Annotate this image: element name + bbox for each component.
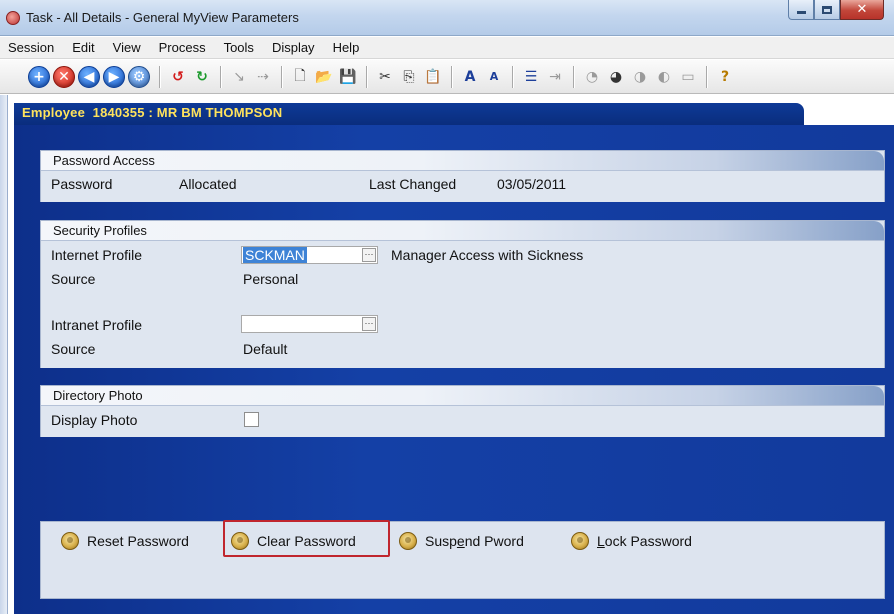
header-spacer: [804, 103, 894, 125]
tool-e-icon[interactable]: ▭: [678, 67, 698, 87]
display-photo-checkbox[interactable]: [244, 412, 259, 427]
intranet-source-value: Default: [243, 341, 288, 357]
forward-icon[interactable]: ▶: [103, 65, 125, 88]
internet-profile-field[interactable]: SCKMAN ···: [241, 246, 378, 264]
save-icon[interactable]: 💾: [338, 67, 358, 87]
open-folder-icon[interactable]: 📂: [314, 67, 334, 87]
internet-profile-label: Internet Profile: [51, 247, 143, 263]
menu-view[interactable]: View: [105, 40, 151, 55]
panel-body: Internet Profile SCKMAN ··· Manager Acce…: [41, 241, 884, 368]
security-profiles-panel: Security Profiles Internet Profile SCKMA…: [40, 220, 885, 368]
key-icon: [61, 532, 79, 550]
panel-body: Display Photo: [41, 406, 884, 437]
suspend-password-button[interactable]: Suspend Pword: [399, 530, 524, 552]
key-icon: [399, 532, 417, 550]
intranet-profile-label: Intranet Profile: [51, 317, 143, 333]
tool-b-icon[interactable]: ◕: [606, 67, 626, 87]
intranet-source-label: Source: [51, 341, 96, 357]
left-frame-edge: [0, 95, 8, 614]
menu-display[interactable]: Display: [264, 40, 325, 55]
tool-d-icon[interactable]: ◐: [654, 67, 674, 87]
back-icon[interactable]: ◀: [78, 65, 100, 88]
toolbar-separator: [451, 65, 452, 88]
window-title: Task - All Details - General MyView Para…: [26, 10, 299, 25]
toolbar-separator: [512, 65, 513, 88]
close-button[interactable]: ✕: [840, 0, 884, 20]
copy-icon[interactable]: ⎘: [399, 67, 419, 87]
pointer-icon[interactable]: ↘: [229, 67, 249, 87]
toolbar-separator: [366, 65, 367, 88]
menu-edit[interactable]: Edit: [64, 40, 104, 55]
app-icon: [6, 11, 20, 25]
new-document-icon[interactable]: 🗋: [290, 67, 310, 87]
key-icon: [571, 532, 589, 550]
password-value: Allocated: [179, 176, 237, 192]
cancel-icon[interactable]: ✕: [53, 65, 75, 88]
add-icon[interactable]: +: [28, 65, 50, 88]
internet-source-label: Source: [51, 271, 96, 287]
lock-password-button[interactable]: Lock Password: [571, 530, 692, 552]
help-icon[interactable]: ?: [715, 67, 735, 87]
display-photo-label: Display Photo: [51, 412, 138, 428]
toolbar-separator: [220, 65, 221, 88]
password-actions-panel: Reset Password Clear Password Suspend Pw…: [40, 521, 885, 599]
settings-icon[interactable]: ⚙: [128, 65, 150, 88]
redo-icon[interactable]: ↻: [192, 67, 212, 87]
reset-password-button[interactable]: Reset Password: [61, 530, 189, 552]
close-icon: ✕: [856, 2, 868, 17]
lock-password-label: Lock Password: [597, 533, 692, 549]
clear-password-highlight: [223, 520, 390, 557]
undo-icon[interactable]: ↺: [168, 67, 188, 87]
panel-body: Password Allocated Last Changed 03/05/20…: [41, 171, 884, 202]
tool-a-icon[interactable]: ◔: [582, 67, 602, 87]
indent-icon[interactable]: ⇥: [545, 67, 565, 87]
list-icon[interactable]: ☰: [521, 67, 541, 87]
panel-heading: Password Access: [41, 151, 884, 171]
menu-tools[interactable]: Tools: [216, 40, 264, 55]
internet-profile-description: Manager Access with Sickness: [391, 247, 584, 263]
menu-help[interactable]: Help: [325, 40, 370, 55]
toolbar-separator: [573, 65, 574, 88]
suspend-password-label: Suspend Pword: [425, 533, 524, 549]
link-icon[interactable]: ⇢: [253, 67, 273, 87]
window-title-bar: Task - All Details - General MyView Para…: [0, 0, 894, 36]
menu-process[interactable]: Process: [151, 40, 216, 55]
font-increase-icon[interactable]: A: [460, 67, 480, 87]
internet-profile-lookup-button[interactable]: ···: [362, 248, 376, 262]
last-changed-label: Last Changed: [369, 176, 457, 192]
font-decrease-icon[interactable]: A: [484, 67, 504, 87]
password-label: Password: [51, 176, 113, 192]
reset-password-label: Reset Password: [87, 533, 189, 549]
minimize-icon: [796, 11, 806, 14]
password-access-panel: Password Access Password Allocated Last …: [40, 150, 885, 202]
last-changed-value: 03/05/2011: [497, 176, 567, 192]
intranet-profile-field[interactable]: ···: [241, 315, 378, 333]
window-controls: ✕: [788, 0, 884, 20]
toolbar-separator: [281, 65, 282, 88]
panel-heading: Security Profiles: [41, 221, 884, 241]
directory-photo-panel: Directory Photo Display Photo: [40, 385, 885, 437]
cut-icon[interactable]: ✂: [375, 67, 395, 87]
maximize-icon: [822, 5, 832, 14]
minimize-button[interactable]: [788, 0, 814, 20]
tool-c-icon[interactable]: ◑: [630, 67, 650, 87]
panel-heading: Directory Photo: [41, 386, 884, 406]
internet-source-value: Personal: [243, 271, 299, 287]
menu-session[interactable]: Session: [0, 40, 64, 55]
employee-header: Employee 1840355 : MR BM THOMPSON: [22, 105, 283, 120]
internet-profile-value: SCKMAN: [243, 247, 307, 263]
toolbar-separator: [706, 65, 707, 88]
menu-bar: Session Edit View Process Tools Display …: [0, 37, 894, 59]
toolbar: + ✕ ◀ ▶ ⚙ ↺ ↻ ↘ ⇢ 🗋 📂 💾 ✂ ⎘ 📋 A A ☰ ⇥ ◔ …: [0, 60, 894, 94]
paste-icon[interactable]: 📋: [423, 67, 443, 87]
intranet-profile-lookup-button[interactable]: ···: [362, 317, 376, 331]
toolbar-separator: [159, 65, 160, 88]
maximize-button[interactable]: [814, 0, 840, 20]
